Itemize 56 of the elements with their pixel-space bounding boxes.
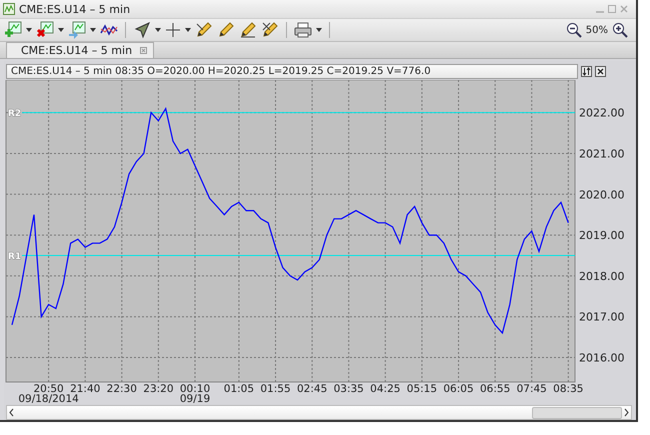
chart-delete-icon[interactable] — [36, 21, 54, 39]
window-title: CME:ES.U14 – 5 min — [19, 2, 130, 16]
zoom-in-icon[interactable] — [612, 22, 628, 38]
axis-label: 01:05 — [224, 383, 254, 395]
axis-label: 2020.00 — [579, 188, 624, 202]
axis-label: 07:45 — [516, 383, 547, 395]
zoom-level: 50% — [586, 24, 608, 36]
axis-label: 2017.00 — [579, 310, 624, 324]
scroll-thumb[interactable] — [532, 406, 622, 418]
date-label: 09/18/2014 — [18, 393, 79, 405]
caret-icon[interactable] — [316, 28, 322, 32]
axis-label: 01:55 — [260, 383, 291, 395]
chart-plus-icon[interactable] — [4, 21, 22, 39]
pencil-icon[interactable] — [195, 21, 213, 39]
scroll-right-icon[interactable] — [622, 407, 631, 418]
app-icon — [3, 3, 15, 15]
axis-label: 2016.00 — [579, 352, 624, 365]
chart-tab[interactable]: CME:ES.U14 – 5 min — [6, 42, 154, 58]
horizontal-scrollbar[interactable] — [6, 405, 632, 420]
axis-label: 2021.00 — [579, 147, 624, 160]
caret-icon[interactable] — [26, 28, 32, 32]
axis-label: 04:25 — [370, 383, 400, 395]
sort-icon[interactable] — [581, 66, 592, 76]
axis-label: 2018.00 — [579, 270, 624, 283]
axis-label: 21:40 — [70, 383, 100, 395]
axis-label: 00:10 — [180, 383, 210, 395]
pencil-icon[interactable] — [261, 21, 279, 39]
axis-label: 2019.00 — [579, 229, 624, 242]
caret-icon[interactable] — [58, 28, 64, 32]
scroll-left-icon[interactable] — [7, 407, 16, 418]
close-icon[interactable] — [595, 66, 606, 76]
line-label: R1 — [8, 252, 22, 262]
axis-label: 20:50 — [33, 383, 64, 395]
axis-label: 22:30 — [106, 383, 137, 395]
printer-icon[interactable] — [294, 22, 312, 38]
axis-label: 08:35 — [553, 383, 584, 395]
axis-label: 06:55 — [480, 383, 510, 395]
axis-label: 03:35 — [334, 383, 364, 395]
pencil-icon[interactable] — [239, 21, 257, 39]
wave-icon[interactable] — [100, 23, 118, 37]
axis-label: 2022.00 — [579, 106, 624, 120]
axis-label: 02:45 — [296, 383, 328, 395]
axis-label: 06:05 — [443, 383, 474, 395]
crosshair-icon[interactable] — [165, 22, 181, 38]
line-label: R2 — [8, 109, 22, 120]
chart-arrow-icon[interactable] — [68, 21, 86, 39]
date-label: 09/19 — [180, 393, 210, 405]
caret-icon[interactable] — [90, 28, 96, 32]
axis-label: 05:15 — [406, 383, 438, 395]
chart-header: CME:ES.U14 – 5 min 08:35 O=2020.00 H=2020.25 L=2019.25 C=2019.25 V=776.0 — [6, 64, 578, 78]
caret-icon[interactable] — [155, 28, 161, 32]
caret-icon[interactable] — [185, 28, 191, 32]
zoom-out-icon[interactable] — [566, 22, 582, 38]
cursor-arrow-icon[interactable] — [133, 21, 151, 39]
axis-label: 23:20 — [143, 383, 174, 395]
pencil-icon[interactable] — [217, 21, 235, 39]
